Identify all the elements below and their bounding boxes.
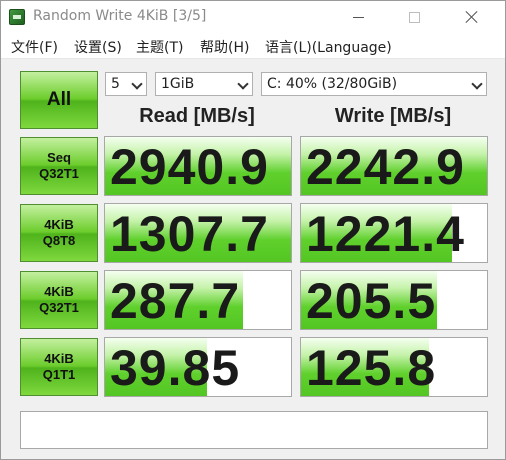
write-result-4kib-q1t1: 125.8: [300, 337, 488, 397]
test-label-line1: 4KiB: [44, 284, 74, 299]
write-result-4kib-q8t8: 1221.4: [300, 203, 488, 263]
menu-settings[interactable]: 设置(S): [74, 37, 122, 57]
minimize-icon: [352, 16, 364, 18]
read-column-header: Read [MB/s]: [139, 105, 255, 127]
read-result-4kib-q8t8: 1307.7: [104, 203, 292, 263]
window-title: Random Write 4KiB [3/5]: [33, 8, 207, 24]
menu-theme[interactable]: 主题(T): [136, 37, 183, 57]
read-result-4kib-q1t1: 39.85: [104, 337, 292, 397]
read-value: 2940.9: [110, 139, 269, 195]
comment-input[interactable]: [20, 411, 488, 449]
menu-bar: 文件(F) 设置(S) 主题(T) 帮助(H) 语言(L)(Language): [1, 33, 505, 59]
read-value: 39.85: [110, 340, 241, 396]
write-value: 205.5: [306, 273, 437, 329]
app-icon: [9, 9, 25, 25]
read-value: 287.7: [110, 273, 241, 329]
count-select-value: 5: [111, 76, 120, 92]
count-select[interactable]: 5: [105, 72, 147, 96]
maximize-button[interactable]: [391, 1, 437, 33]
app-window: Random Write 4KiB [3/5] 文件(F) 设置(S) 主题(T…: [0, 0, 506, 460]
test-button-4kib-q8t8[interactable]: 4KiB Q8T8: [20, 204, 98, 262]
minimize-button[interactable]: [335, 1, 381, 33]
chevron-down-icon: [471, 78, 483, 90]
write-result-seq-q32t1: 2242.9: [300, 136, 488, 196]
size-select[interactable]: 1GiB: [155, 72, 253, 96]
test-button-seq-q32t1[interactable]: Seq Q32T1: [20, 137, 98, 195]
test-label-line2: Q8T8: [42, 233, 76, 248]
test-label-line2: Q32T1: [39, 300, 79, 315]
write-value: 2242.9: [306, 139, 465, 195]
write-value: 1221.4: [306, 206, 465, 262]
close-icon: [465, 10, 479, 24]
write-column-header: Write [MB/s]: [334, 105, 452, 127]
read-value: 1307.7: [110, 206, 269, 262]
test-label-line1: 4KiB: [44, 351, 74, 366]
chevron-down-icon: [131, 78, 143, 90]
read-result-4kib-q32t1: 287.7: [104, 270, 292, 330]
write-value: 125.8: [306, 340, 437, 396]
test-label-line1: Seq: [47, 150, 71, 165]
menu-language[interactable]: 语言(L)(Language): [265, 37, 392, 57]
title-bar: Random Write 4KiB [3/5]: [1, 1, 505, 33]
test-label-line1: 4KiB: [44, 217, 74, 232]
all-button[interactable]: All: [20, 71, 98, 129]
test-button-4kib-q32t1[interactable]: 4KiB Q32T1: [20, 271, 98, 329]
read-result-seq-q32t1: 2940.9: [104, 136, 292, 196]
test-button-4kib-q1t1[interactable]: 4KiB Q1T1: [20, 338, 98, 396]
chevron-down-icon: [237, 78, 249, 90]
write-result-4kib-q32t1: 205.5: [300, 270, 488, 330]
drive-select[interactable]: C: 40% (32/80GiB): [261, 72, 487, 96]
menu-help[interactable]: 帮助(H): [200, 37, 249, 57]
menu-file[interactable]: 文件(F): [11, 37, 58, 57]
maximize-icon: [408, 11, 420, 23]
test-label-line2: Q1T1: [42, 367, 76, 382]
drive-select-value: C: 40% (32/80GiB): [267, 76, 398, 92]
size-select-value: 1GiB: [161, 76, 195, 92]
test-label-line2: Q32T1: [39, 166, 79, 181]
close-button[interactable]: [449, 1, 495, 33]
